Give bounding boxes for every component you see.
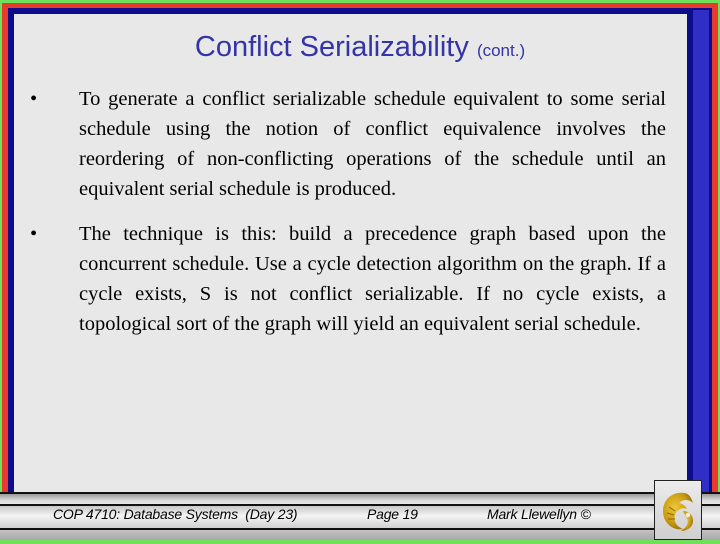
ucf-pegasus-logo-icon	[663, 492, 693, 531]
footer-divider-bottom	[0, 528, 720, 530]
bullet-marker: •	[30, 223, 38, 245]
slide-title-main: Conflict Serializability	[194, 31, 469, 63]
logo-box	[654, 480, 702, 540]
frame-blue-right	[693, 10, 709, 540]
bullet-text: To generate a conflict serializable sche…	[79, 88, 666, 200]
footer-page-number: Page 19	[367, 506, 418, 522]
slide-title-suffix: (cont.)	[476, 41, 526, 60]
slide-title: Conflict Serializability (cont.)	[0, 30, 720, 68]
bullet-text: The technique is this: build a precedenc…	[79, 223, 666, 335]
footer-course: COP 4710: Database Systems (Day 23)	[53, 506, 298, 522]
bullet-marker: •	[30, 88, 38, 110]
footer-author: Mark Llewellyn ©	[487, 506, 591, 522]
